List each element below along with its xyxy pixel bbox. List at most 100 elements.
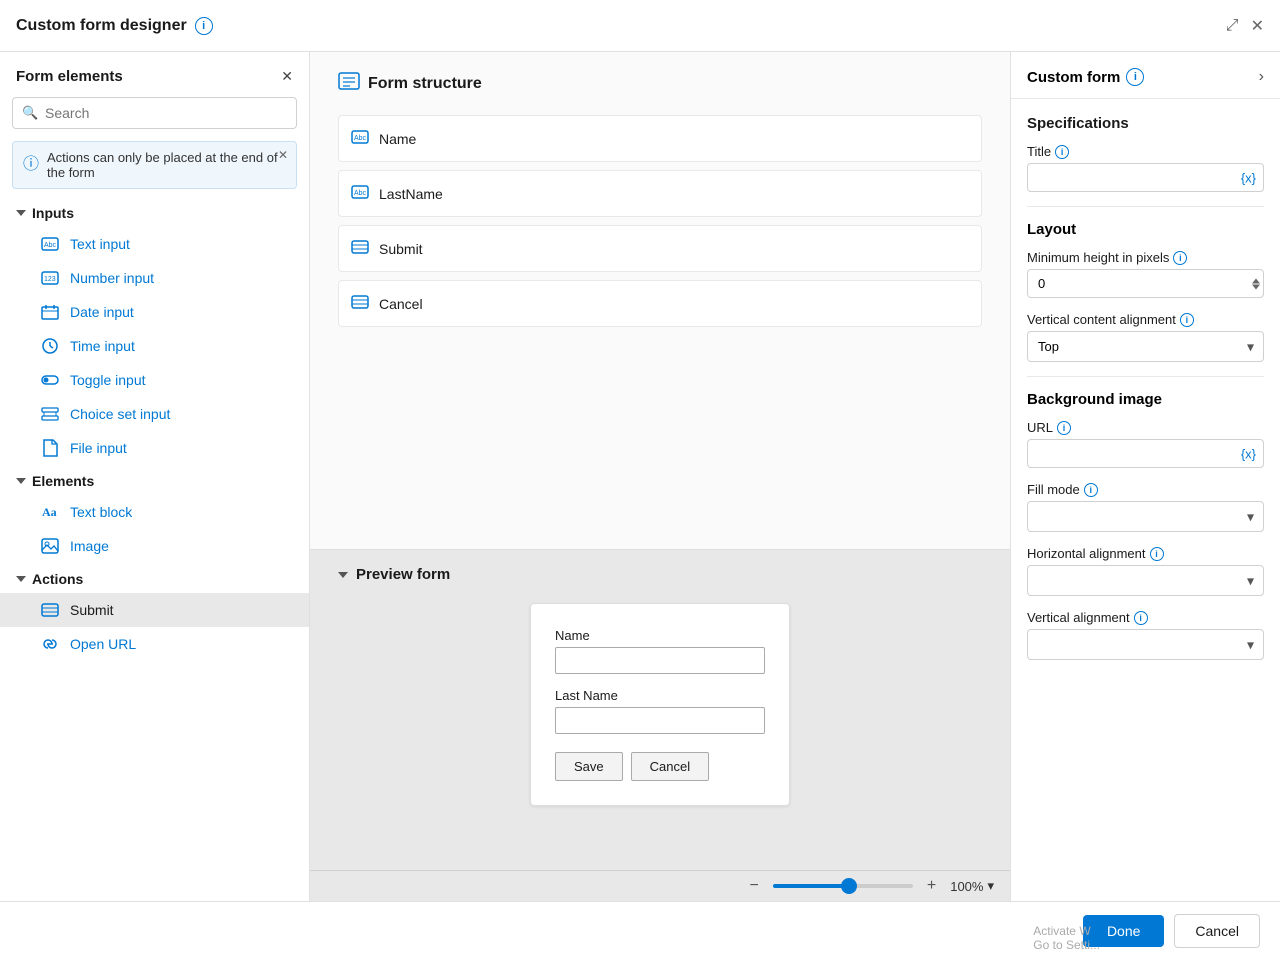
preview-lastname-input[interactable] (555, 707, 765, 734)
specifications-title: Specifications (1027, 115, 1264, 132)
zoom-value: 100% (950, 879, 983, 894)
horiz-align-info-icon[interactable]: i (1150, 547, 1164, 561)
cancel-button[interactable]: Cancel (1174, 914, 1260, 948)
vertical-align-select[interactable]: Top Center Bottom (1027, 331, 1264, 362)
open-url-icon (40, 634, 60, 654)
expand-icon[interactable]: ⤢ (1226, 17, 1239, 35)
title-bar-left: Custom form designer i (16, 17, 213, 35)
sidebar-item-number-input[interactable]: 123 Number input (0, 261, 309, 295)
vert-align-bg-info-icon[interactable]: i (1134, 611, 1148, 625)
preview-name-label: Name (555, 628, 765, 643)
center-panel: Form structure Abc Name Abc LastName Sub… (310, 52, 1010, 901)
right-panel-header: Custom form i › (1011, 52, 1280, 99)
form-row-submit[interactable]: Submit (338, 225, 982, 272)
right-panel-expand-icon[interactable]: › (1259, 68, 1264, 86)
svg-text:123: 123 (44, 276, 56, 283)
form-row-lastname-icon: Abc (351, 185, 369, 202)
horiz-align-select[interactable]: Left Center Right (1027, 565, 1264, 596)
preview-cancel-button[interactable]: Cancel (631, 752, 709, 781)
time-input-label: Time input (70, 338, 135, 354)
number-input-label: Number input (70, 270, 154, 286)
zoom-in-button[interactable]: + (923, 877, 940, 895)
form-structure: Form structure Abc Name Abc LastName Sub… (310, 52, 1010, 550)
title-input[interactable] (1027, 163, 1264, 192)
divider-1 (1027, 206, 1264, 207)
search-box: 🔍 (12, 97, 297, 129)
spinner-up-icon[interactable] (1252, 278, 1260, 283)
zoom-chevron-icon[interactable]: ▾ (987, 878, 994, 894)
zoom-slider[interactable] (773, 884, 913, 888)
search-icon: 🔍 (22, 105, 38, 121)
vert-align-bg-select[interactable]: Top Center Bottom (1027, 629, 1264, 660)
preview-buttons: Save Cancel (555, 752, 765, 781)
svg-text:Aa: Aa (42, 505, 57, 519)
preview-card: Name Last Name Save Cancel (530, 603, 790, 806)
vert-align-bg-container: Top Center Bottom ▾ (1027, 629, 1264, 660)
horiz-align-label-text: Horizontal alignment (1027, 546, 1146, 561)
sidebar-item-text-input[interactable]: Abc Text input (0, 227, 309, 261)
section-header-actions[interactable]: Actions (0, 563, 309, 593)
preview-save-button[interactable]: Save (555, 752, 623, 781)
section-label-elements: Elements (32, 473, 94, 489)
right-panel-title-group: Custom form i (1027, 68, 1144, 86)
url-label-text: URL (1027, 420, 1053, 435)
number-input-icon: 123 (40, 268, 60, 288)
sidebar-item-image[interactable]: Image (0, 529, 309, 563)
form-structure-icon (338, 72, 360, 95)
sidebar-item-toggle-input[interactable]: Toggle input (0, 363, 309, 397)
form-row-lastname-label: LastName (379, 186, 443, 202)
fill-mode-label-text: Fill mode (1027, 482, 1080, 497)
form-row-lastname[interactable]: Abc LastName (338, 170, 982, 217)
fill-mode-select[interactable]: Cover RepeatHorizontally RepeatVerticall… (1027, 501, 1264, 532)
preview-section: Preview form Name Last Name Save Cancel (310, 550, 1010, 870)
title-info-icon[interactable]: i (195, 17, 213, 35)
form-row-cancel-icon (351, 295, 369, 312)
right-panel-info-icon[interactable]: i (1126, 68, 1144, 86)
sidebar-item-submit[interactable]: Submit (0, 593, 309, 627)
spinner-down-icon[interactable] (1252, 284, 1260, 289)
fill-mode-label: Fill mode i (1027, 482, 1264, 497)
sidebar-item-text-block[interactable]: Aa Text block (0, 495, 309, 529)
date-input-icon (40, 302, 60, 322)
sidebar-item-date-input[interactable]: Date input (0, 295, 309, 329)
fill-mode-container: Cover RepeatHorizontally RepeatVerticall… (1027, 501, 1264, 532)
url-expression-icon[interactable]: {x} (1241, 446, 1256, 461)
form-row-name-label: Name (379, 131, 416, 147)
left-panel-close[interactable]: ✕ (281, 68, 293, 85)
notice-close-icon[interactable]: ✕ (278, 148, 288, 162)
right-panel-title-text: Custom form (1027, 69, 1120, 86)
preview-name-input[interactable] (555, 647, 765, 674)
url-input[interactable] (1027, 439, 1264, 468)
title-field-label: Title i (1027, 144, 1264, 159)
sidebar-item-file-input[interactable]: File input (0, 431, 309, 465)
min-height-info-icon[interactable]: i (1173, 251, 1187, 265)
preview-header[interactable]: Preview form (338, 566, 982, 583)
chevron-down-inputs (16, 210, 26, 216)
date-input-label: Date input (70, 304, 134, 320)
open-url-label: Open URL (70, 636, 136, 652)
title-label-text: Title (1027, 144, 1051, 159)
form-row-cancel[interactable]: Cancel (338, 280, 982, 327)
section-header-inputs[interactable]: Inputs (0, 197, 309, 227)
app-title: Custom form designer (16, 17, 187, 35)
svg-text:Abc: Abc (44, 242, 57, 249)
sidebar-item-open-url[interactable]: Open URL (0, 627, 309, 661)
title-input-expression-icon[interactable]: {x} (1241, 170, 1256, 185)
title-field-info-icon[interactable]: i (1055, 145, 1069, 159)
fill-mode-info-icon[interactable]: i (1084, 483, 1098, 497)
choice-set-input-icon (40, 404, 60, 424)
zoom-out-button[interactable]: − (746, 877, 763, 895)
notice-info-icon: ⓘ (23, 150, 39, 174)
close-icon[interactable]: ✕ (1251, 16, 1264, 36)
search-input[interactable] (12, 97, 297, 129)
sidebar-item-choice-set-input[interactable]: Choice set input (0, 397, 309, 431)
url-info-icon[interactable]: i (1057, 421, 1071, 435)
min-height-input[interactable] (1027, 269, 1264, 298)
section-header-elements[interactable]: Elements (0, 465, 309, 495)
elements-list: Inputs Abc Text input 123 Number input D… (0, 197, 309, 901)
url-field-label: URL i (1027, 420, 1264, 435)
vertical-align-info-icon[interactable]: i (1180, 313, 1194, 327)
form-row-name[interactable]: Abc Name (338, 115, 982, 162)
sidebar-item-time-input[interactable]: Time input (0, 329, 309, 363)
vertical-align-container: Top Center Bottom ▾ (1027, 331, 1264, 362)
